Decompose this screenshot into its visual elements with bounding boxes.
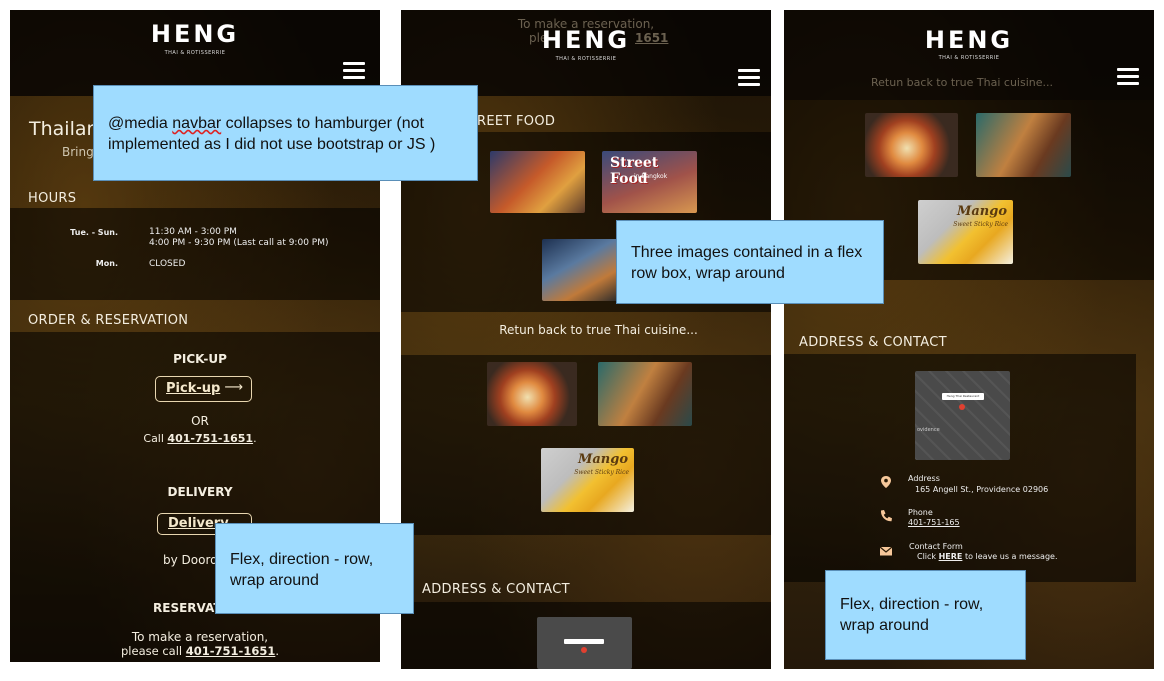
cuisine-caption: Retun back to true Thai cuisine...	[499, 323, 698, 337]
hours-box: Tue. - Sun. 11:30 AM - 3:00 PM 4:00 PM -…	[10, 208, 380, 300]
reservation-line1: To make a reservation,	[131, 630, 269, 644]
hamburger-menu-icon[interactable]	[738, 69, 760, 87]
mango-image-label: Mango	[577, 452, 628, 467]
navbar-callout: @media navbar collapses to hamburger (no…	[93, 85, 478, 181]
call-prefix: Call	[143, 432, 168, 445]
map-image[interactable]	[537, 617, 632, 669]
hamburger-menu-icon[interactable]	[343, 62, 365, 80]
grilled-chicken-image	[976, 113, 1071, 177]
map-area-label: ovidence	[917, 427, 940, 433]
call-line: Call 401-751-1651.	[143, 432, 257, 445]
hours-line: 11:30 AM - 3:00 PM	[149, 227, 237, 237]
curry-noodle-image	[487, 362, 577, 426]
pickup-heading: PICK-UP	[173, 352, 227, 366]
order-reservation-title: ORDER & RESERVATION	[28, 313, 189, 328]
brand-tagline: THAI & ROTISSERRIE	[164, 50, 226, 56]
brand-logo[interactable]: HENG	[784, 26, 1154, 54]
navbar: HENG THAI & ROTISSERRIE	[10, 10, 380, 96]
reservation-heading: RESERVAT	[153, 601, 222, 615]
flex-callout-1: Flex, direction - row, wrap around	[215, 523, 414, 614]
street-food-image-label: Street Food	[610, 155, 659, 187]
intro-title: Thailan	[29, 118, 99, 140]
flex-callout-2: Flex, direction - row, wrap around	[825, 570, 1026, 660]
street-food-title: REET FOOD	[477, 114, 556, 129]
hamburger-menu-icon[interactable]	[1117, 68, 1139, 86]
phone-icon	[880, 510, 892, 522]
night-market-image	[490, 151, 585, 213]
delivery-provider: by Doord	[163, 553, 218, 567]
hours-day: Tue. - Sun.	[70, 228, 118, 237]
contact-label: Contact Form	[909, 542, 963, 551]
reservation-line2: please call 401-751-1651.	[121, 644, 279, 658]
hours-line: CLOSED	[149, 259, 186, 269]
mango-sticky-rice-image: Mango Sweet Sticky Rice	[918, 200, 1013, 264]
intro-subtitle: Bring	[62, 145, 94, 159]
curry-noodle-image	[865, 113, 958, 177]
brand-tagline: THAI & ROTISSERRIE	[938, 55, 1000, 61]
contact-form-link[interactable]: HERE	[939, 552, 963, 561]
grilled-chicken-image	[598, 362, 692, 426]
reservation-phone-link[interactable]: 401-751-1651	[186, 644, 276, 658]
envelope-icon	[879, 546, 893, 556]
map-image[interactable]: Heng Thai Restaurant ovidence	[915, 371, 1010, 460]
hours-day: Mon.	[95, 259, 118, 268]
brand-logo[interactable]: HENG	[401, 26, 771, 54]
map-label: Heng Thai Restaurant	[942, 393, 984, 400]
faded-caption: Retun back to true Thai cuisine...	[871, 76, 1053, 89]
map-pin-icon	[581, 647, 587, 653]
location-pin-icon	[881, 476, 891, 488]
contact-value: 165 Angell St., Providence 02906	[915, 485, 1049, 494]
address-contact-title: ADDRESS & CONTACT	[422, 582, 570, 597]
navbar: To make a reservation, ple 1651 HENG THA…	[401, 10, 771, 96]
arrow-right-icon: ⟶	[224, 380, 243, 395]
delivery-heading: DELIVERY	[167, 485, 233, 499]
pickup-button[interactable]: Pick-up ⟶	[155, 376, 252, 402]
hours-line: 4:00 PM - 9:30 PM (Last call at 9:00 PM)	[149, 238, 329, 248]
phone-link[interactable]: 401-751-1651	[167, 432, 253, 445]
contact-value: Click HERE to leave us a message.	[917, 552, 1058, 561]
brand-logo[interactable]: HENG	[10, 20, 380, 48]
mango-sticky-rice-image: Mango Sweet Sticky Rice	[541, 448, 634, 512]
images-callout: Three images contained in a flex row box…	[616, 220, 884, 304]
street-food-bangkok-image: Street Food in Bangkok	[602, 151, 697, 213]
map-pin-icon	[959, 404, 965, 410]
address-contact-title: ADDRESS & CONTACT	[799, 335, 947, 350]
contact-label: Address	[908, 474, 940, 483]
contact-label: Phone	[908, 508, 933, 517]
mango-image-label: Mango	[956, 204, 1007, 219]
phone-link[interactable]: 401-751-165	[908, 518, 960, 527]
pickup-button-label: Pick-up	[166, 381, 221, 396]
navbar: HENG THAI & ROTISSERRIE Retun back to tr…	[784, 10, 1154, 100]
brand-tagline: THAI & ROTISSERRIE	[555, 56, 617, 62]
or-text: OR	[191, 414, 209, 428]
hours-title: HOURS	[28, 191, 77, 206]
street-vendor-image	[542, 239, 619, 301]
